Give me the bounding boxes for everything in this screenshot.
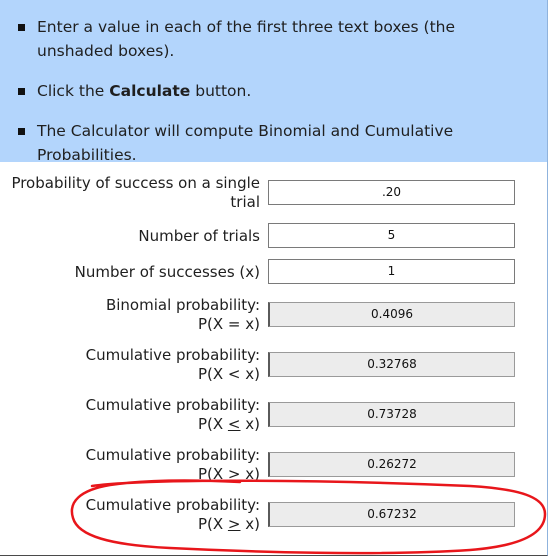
cumulative-gt-expression: P(X > x) <box>197 465 260 483</box>
cumulative-lt-label: Cumulative probability: P(X < x) <box>10 346 260 384</box>
cumulative-ge-label: Cumulative probability: P(X > x) <box>10 496 260 534</box>
calculate-keyword: Calculate <box>109 82 191 100</box>
successes-input[interactable]: 1 <box>268 259 515 284</box>
less-equal-symbol: < <box>227 415 241 433</box>
bullet-icon <box>18 24 25 31</box>
successes-label: Number of successes (x) <box>74 263 260 281</box>
binomial-output: 0.4096 <box>268 302 515 327</box>
bullet-icon <box>18 88 25 95</box>
trials-label: Number of trials <box>138 227 260 245</box>
cumulative-le-label: Cumulative probability: P(X < x) <box>10 396 260 434</box>
binomial-expression: P(X = x) <box>197 315 260 333</box>
probability-label: Probability of success on a single trial <box>11 174 260 211</box>
binomial-label: Binomial probability: P(X = x) <box>10 296 260 334</box>
cumulative-ge-label-text: Cumulative probability: <box>85 496 260 514</box>
binomial-calculator: Enter a value in each of the first three… <box>0 0 548 556</box>
instruction-text-post: button. <box>190 82 252 100</box>
instruction-text-pre: Click the <box>37 82 110 100</box>
cumulative-ge-output: 0.67232 <box>268 502 515 527</box>
instruction-text: Enter a value in each of the first three… <box>37 18 456 60</box>
instructions-panel: Enter a value in each of the first three… <box>0 0 548 164</box>
cumulative-lt-expression: P(X < x) <box>197 365 260 383</box>
bullet-icon <box>18 128 25 135</box>
cumulative-ge-expression: P(X > x) <box>10 515 260 534</box>
trials-input[interactable]: 5 <box>268 223 515 248</box>
instruction-text: The Calculator will compute Binomial and… <box>37 122 454 164</box>
instruction-text: Click the Calculate button. <box>37 79 528 103</box>
cumulative-le-label-text: Cumulative probability: <box>85 396 260 414</box>
instruction-item: Enter a value in each of the first three… <box>18 15 528 63</box>
probability-input[interactable]: .20 <box>268 180 515 205</box>
instruction-item: Click the Calculate button. <box>18 79 528 103</box>
cumulative-lt-label-text: Cumulative probability: <box>85 346 260 364</box>
cumulative-gt-output: 0.26272 <box>268 452 515 477</box>
cumulative-le-output: 0.73728 <box>268 402 515 427</box>
cumulative-ge-expr-pre: P(X <box>197 515 228 533</box>
cumulative-gt-label: Cumulative probability: P(X > x) <box>10 446 260 484</box>
cumulative-ge-expr-post: x) <box>240 515 260 533</box>
instruction-item: The Calculator will compute Binomial and… <box>18 119 528 167</box>
cumulative-le-expression: P(X < x) <box>10 415 260 434</box>
cumulative-le-expr-pre: P(X <box>197 415 228 433</box>
cumulative-lt-output: 0.32768 <box>268 352 515 377</box>
cumulative-gt-label-text: Cumulative probability: <box>85 446 260 464</box>
cumulative-le-expr-post: x) <box>240 415 260 433</box>
greater-equal-symbol: > <box>227 515 241 533</box>
binomial-label-text: Binomial probability: <box>105 296 260 314</box>
